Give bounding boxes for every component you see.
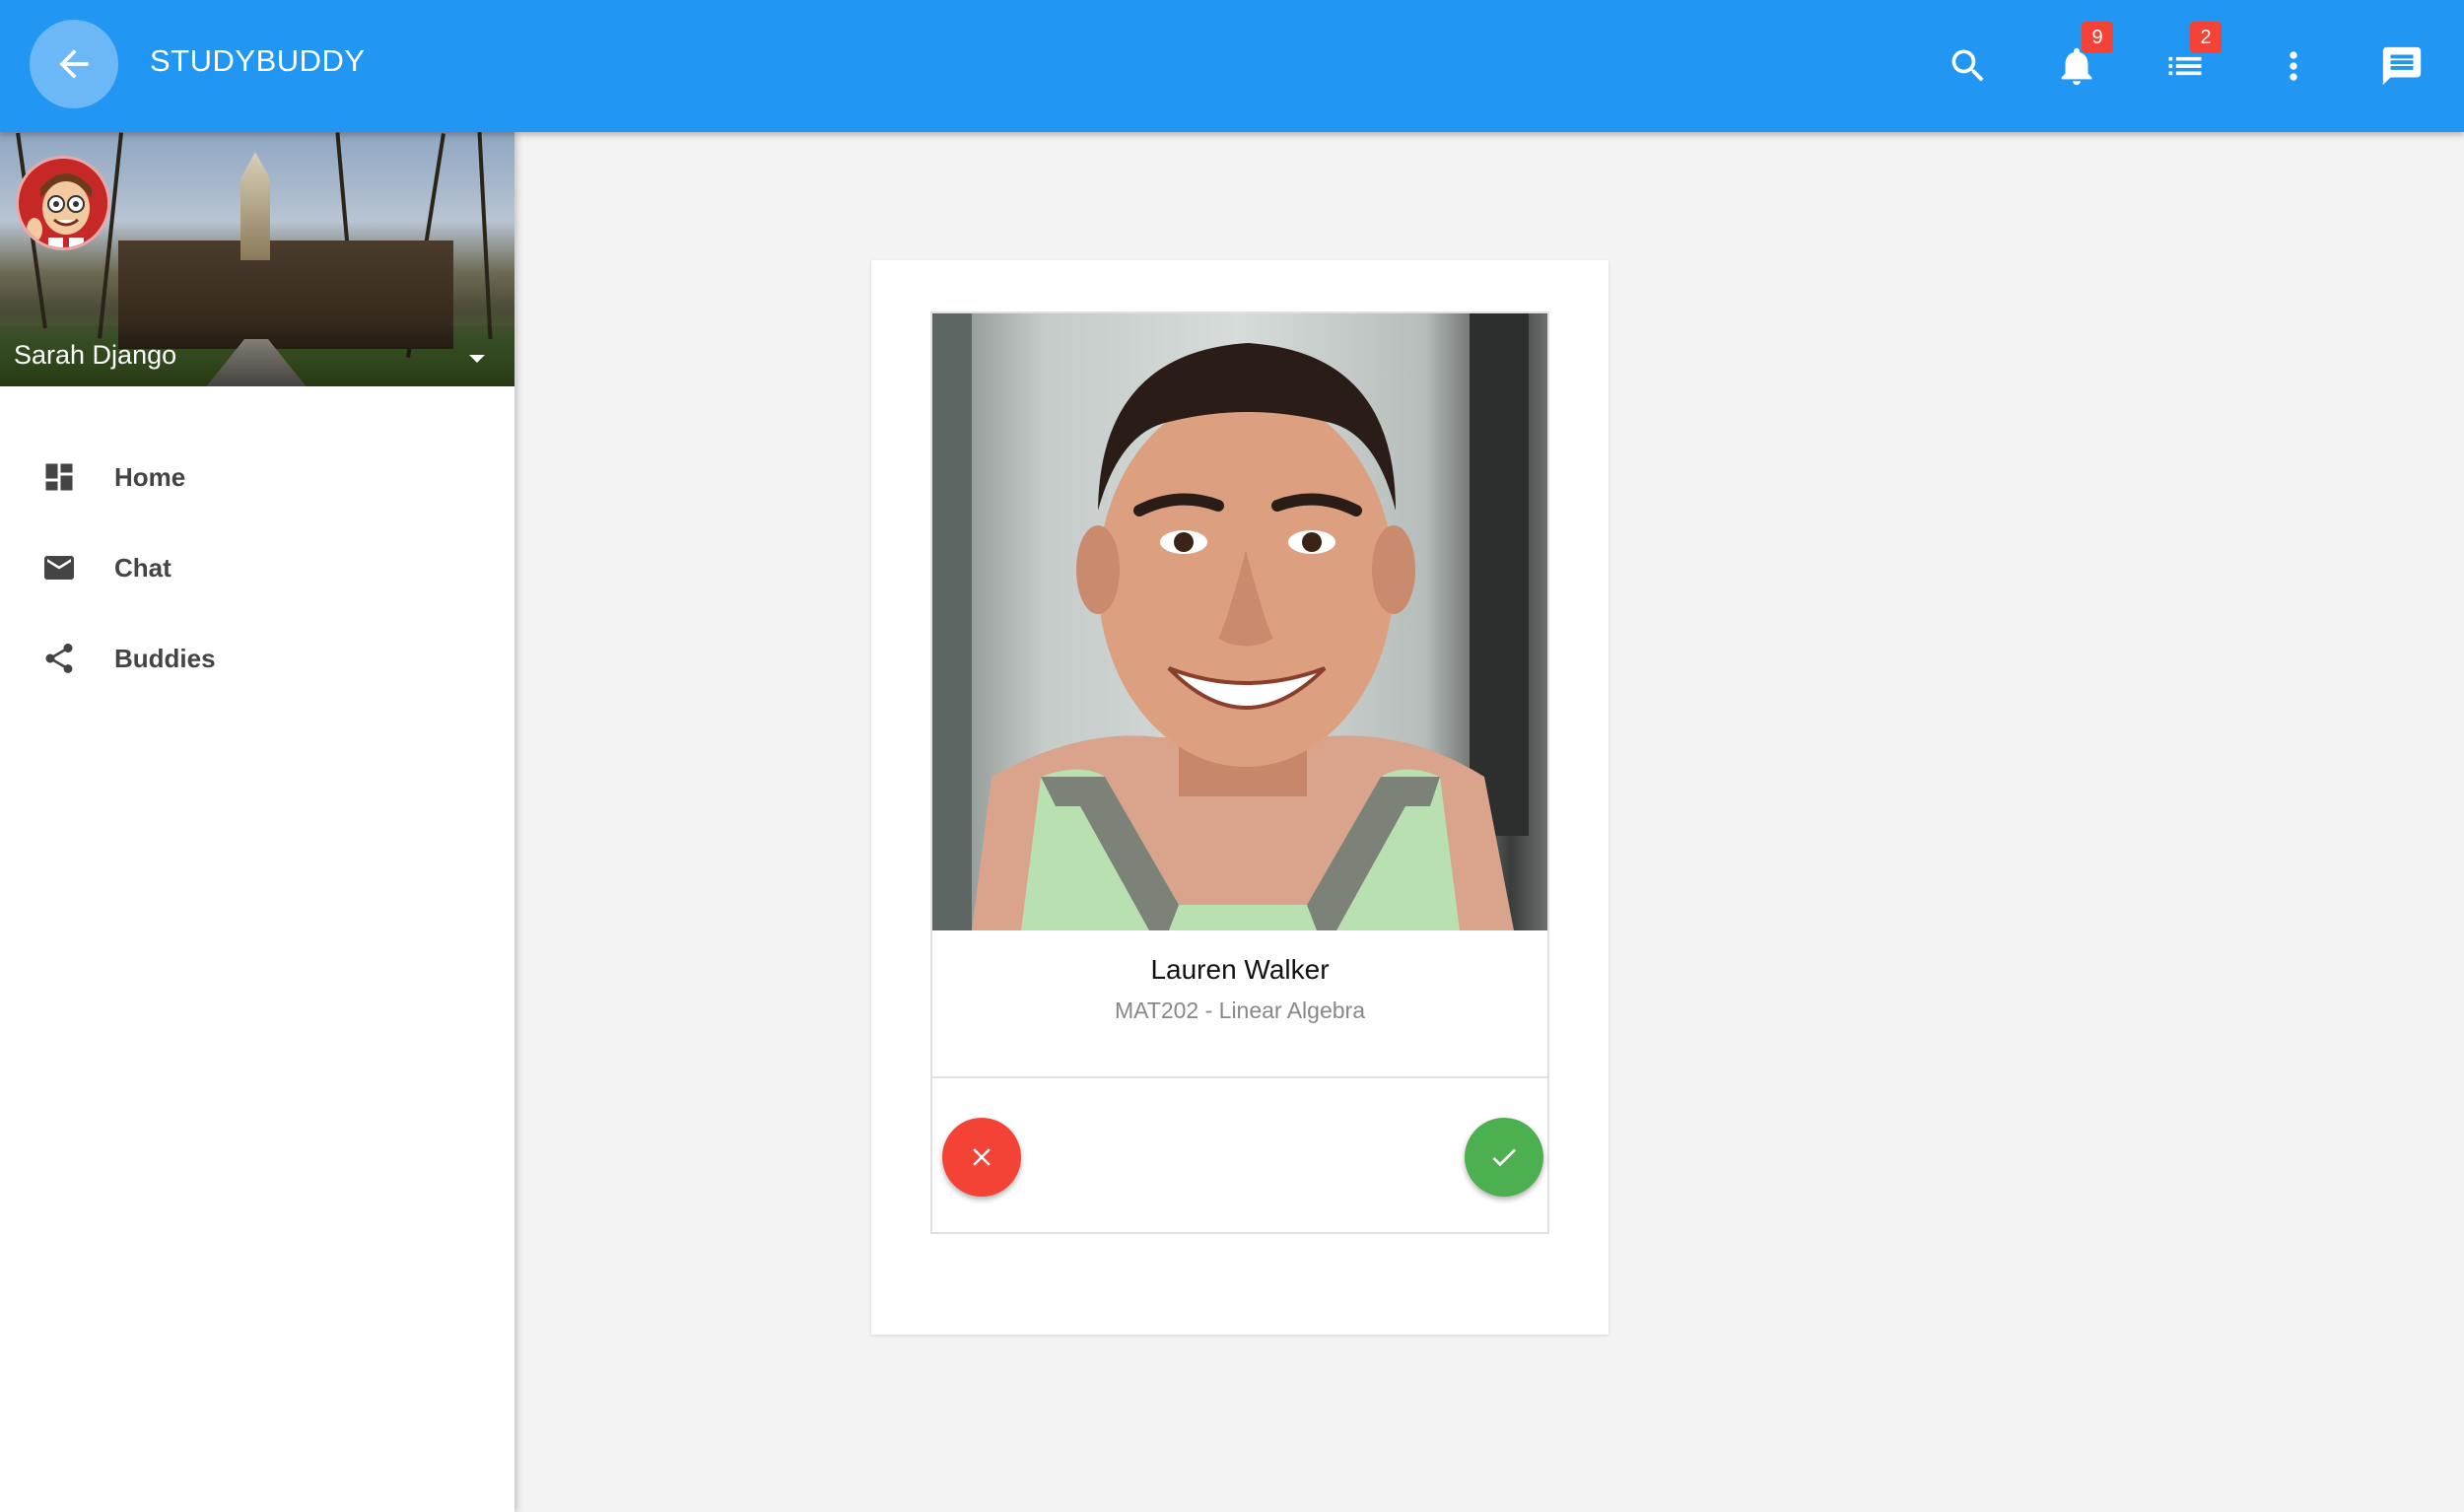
sidebar-item-label: Home — [114, 461, 186, 492]
profile-dropdown-icon[interactable] — [469, 355, 485, 363]
sidebar-item-label: Buddies — [114, 643, 216, 673]
sidebar-item-buddies[interactable]: Buddies — [0, 613, 514, 704]
message-icon — [2382, 46, 2422, 86]
buddy-portrait — [932, 313, 1529, 930]
search-icon — [1951, 49, 1984, 82]
main-card-container: Lauren Walker MAT202 - Linear Algebra — [871, 260, 1608, 1335]
buddy-course: MAT202 - Linear Algebra — [1115, 997, 1365, 1023]
tree-decoration — [477, 132, 493, 339]
sidebar-item-chat[interactable]: Chat — [0, 522, 514, 613]
app-bar: STUDYBUDDY 9 2 — [0, 0, 2464, 132]
avatar-cartoon-icon — [19, 159, 107, 247]
close-icon — [973, 1148, 991, 1166]
campus-tower — [240, 152, 270, 260]
more-button[interactable] — [2261, 34, 2326, 99]
app-title: STUDYBUDDY — [150, 43, 366, 78]
messages-button[interactable] — [2369, 34, 2434, 99]
list-badge: 2 — [2190, 22, 2222, 53]
profile-name: Sarah Django — [14, 340, 177, 370]
reject-button[interactable] — [942, 1118, 1021, 1197]
arrow-left-icon — [59, 49, 89, 79]
accept-button[interactable] — [1465, 1118, 1543, 1197]
notifications-badge: 9 — [2082, 22, 2113, 53]
avatar[interactable] — [16, 156, 110, 250]
sidebar-nav: Home Chat Buddies — [0, 432, 514, 704]
buddy-photo — [932, 313, 1547, 930]
sidebar: Sarah Django Home Chat Buddies — [0, 132, 514, 1512]
search-button[interactable] — [1936, 34, 2001, 99]
sidebar-item-label: Chat — [114, 552, 171, 583]
mail-icon — [41, 550, 77, 585]
dashboard-icon — [41, 459, 77, 495]
check-icon — [1492, 1148, 1516, 1167]
notifications-button[interactable]: 9 — [2044, 22, 2113, 99]
back-button[interactable] — [30, 20, 118, 108]
buddy-card: Lauren Walker MAT202 - Linear Algebra — [930, 311, 1549, 1234]
buddy-name: Lauren Walker — [1150, 954, 1330, 985]
sidebar-item-home[interactable]: Home — [0, 432, 514, 522]
share-icon — [41, 641, 77, 676]
more-vert-icon — [2290, 51, 2297, 81]
list-button[interactable]: 2 — [2153, 22, 2222, 99]
profile-header: Sarah Django — [0, 132, 514, 386]
card-divider — [932, 1076, 1547, 1078]
